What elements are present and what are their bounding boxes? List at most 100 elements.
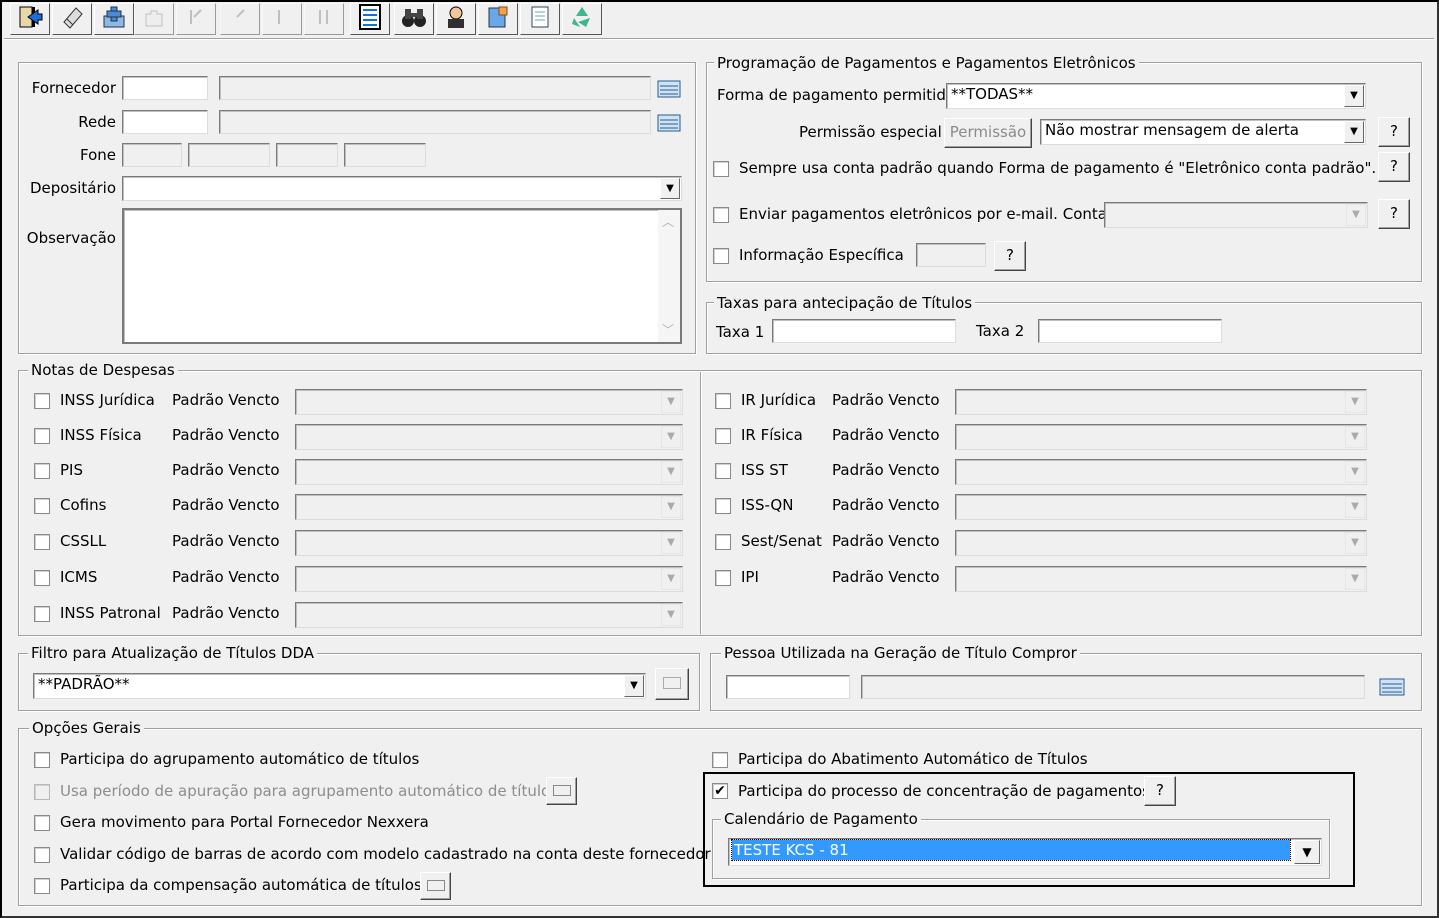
observacao-label: Observação <box>26 229 116 247</box>
concentracao-checkbox[interactable]: ✔ <box>712 783 728 799</box>
nota-checkbox[interactable] <box>715 428 731 444</box>
nota-checkbox[interactable] <box>715 570 731 586</box>
pessoa-lookup-icon[interactable] <box>1378 675 1406 699</box>
enviar-email-checkbox[interactable] <box>713 207 729 223</box>
nota-checkbox[interactable] <box>34 463 50 479</box>
scroll-down-icon[interactable]: ﹀ <box>662 324 674 336</box>
permissao-button[interactable]: Permissão <box>944 118 1032 148</box>
nota-checkbox[interactable] <box>34 570 50 586</box>
observacao-textarea[interactable]: ︿ ﹀ <box>122 208 682 344</box>
opcao-label: Usa período de apuração para agrupamento… <box>60 782 558 800</box>
scrollbar[interactable]: ︿ ﹀ <box>658 210 680 342</box>
taxa2-input[interactable] <box>1038 319 1222 343</box>
padrao-vencto-label: Padrão Vencto <box>832 496 940 514</box>
opcao-label: Participa do agrupamento automático de t… <box>60 750 420 768</box>
chevron-down-icon: ▼ <box>1345 461 1365 483</box>
permissao-especial-label: Permissão especial <box>799 123 942 141</box>
depositario-label: Depositário <box>29 179 116 197</box>
add-record-button[interactable] <box>94 3 134 35</box>
first-record-button[interactable] <box>176 3 216 35</box>
concentracao-label: Participa do processo de concentração de… <box>738 782 1150 800</box>
abatimento-checkbox[interactable] <box>712 752 728 768</box>
chevron-down-icon[interactable]: ▼ <box>660 178 680 199</box>
nota-checkbox[interactable] <box>715 393 731 409</box>
dda-edit-button[interactable] <box>655 668 689 700</box>
taxa1-input[interactable] <box>772 319 956 343</box>
list-button[interactable] <box>350 3 390 35</box>
enviar-help-button[interactable]: ? <box>1378 199 1410 229</box>
puzzle-button[interactable] <box>134 3 174 35</box>
info-especifica-checkbox[interactable] <box>713 248 729 264</box>
binoculars-button[interactable] <box>394 3 434 35</box>
sempre-usa-conta-checkbox[interactable] <box>713 161 729 177</box>
nota-label: INSS Patronal <box>60 604 161 622</box>
chevron-down-icon[interactable]: ▼ <box>1344 85 1364 107</box>
chevron-down-icon[interactable]: ▼ <box>624 675 644 697</box>
rede-lookup-icon[interactable] <box>656 112 682 134</box>
nota-checkbox[interactable] <box>34 606 50 622</box>
nota-label: IR Jurídica <box>741 391 817 409</box>
nota-checkbox[interactable] <box>34 393 50 409</box>
nota-checkbox[interactable] <box>715 534 731 550</box>
padrao-vencto-select: ▼ <box>295 602 683 628</box>
padrao-vencto-select: ▼ <box>955 459 1367 485</box>
pessoa-group-title: Pessoa Utilizada na Geração de Título Co… <box>721 644 1080 662</box>
alerta-select[interactable]: Não mostrar mensagem de alerta ▼ <box>1040 119 1366 145</box>
dda-group-title: Filtro para Atualização de Títulos DDA <box>28 644 318 662</box>
pessoa-code-input[interactable] <box>726 675 850 699</box>
chevron-down-icon[interactable]: ▼ <box>1294 840 1320 864</box>
compensacao-config-button[interactable] <box>420 872 451 900</box>
chevron-down-icon: ▼ <box>661 461 681 483</box>
periodo-config-button[interactable] <box>546 777 577 805</box>
nota-checkbox[interactable] <box>34 498 50 514</box>
calendario-group-title: Calendário de Pagamento <box>721 810 921 828</box>
next-record-button[interactable] <box>262 3 302 35</box>
contato-select: ▼ <box>1104 202 1368 228</box>
scroll-up-icon[interactable]: ︿ <box>662 216 674 228</box>
permissao-help-button[interactable]: ? <box>1378 117 1410 147</box>
padrao-vencto-select: ▼ <box>955 494 1367 520</box>
last-record-button[interactable] <box>304 3 344 35</box>
user-button[interactable] <box>436 3 476 35</box>
chevron-down-icon: ▼ <box>1345 496 1365 518</box>
nota-checkbox[interactable] <box>34 534 50 550</box>
opcao-checkbox[interactable] <box>34 847 50 863</box>
fone-ddi-input <box>122 143 182 167</box>
fornecedor-code-input[interactable] <box>122 76 208 100</box>
dda-filter-select[interactable]: **PADRÃO** ▼ <box>33 673 646 699</box>
nota-checkbox[interactable] <box>715 463 731 479</box>
document-button[interactable] <box>520 3 560 35</box>
previous-record-icon <box>226 4 254 34</box>
chevron-down-icon[interactable]: ▼ <box>1344 121 1364 143</box>
dda-filter-value: **PADRÃO** <box>38 675 130 693</box>
recycle-button[interactable] <box>562 3 602 35</box>
concentracao-help-button[interactable]: ? <box>1144 776 1176 806</box>
list-icon <box>356 3 384 35</box>
depositario-select[interactable]: ▼ <box>122 176 682 201</box>
exit-door-button[interactable] <box>10 3 50 35</box>
previous-record-button[interactable] <box>220 3 260 35</box>
fornecedor-lookup-icon[interactable] <box>656 78 682 100</box>
info-help-button[interactable]: ? <box>994 241 1026 271</box>
recycle-icon <box>568 4 596 34</box>
calendario-select[interactable]: TESTE KCS - 81 ▼ <box>728 838 1322 866</box>
padrao-vencto-label: Padrão Vencto <box>172 496 280 514</box>
padrao-vencto-label: Padrão Vencto <box>832 426 940 444</box>
opcao-checkbox[interactable] <box>34 752 50 768</box>
taxas-group-title: Taxas para antecipação de Títulos <box>714 294 976 312</box>
padrao-vencto-label: Padrão Vencto <box>172 532 280 550</box>
exit-door-icon <box>16 4 44 34</box>
rede-code-input[interactable] <box>122 110 208 134</box>
nota-label: IR Física <box>741 426 803 444</box>
opcao-checkbox[interactable] <box>34 815 50 831</box>
opcao-checkbox[interactable] <box>34 878 50 894</box>
nota-checkbox[interactable] <box>715 498 731 514</box>
fone-label: Fone <box>79 146 116 164</box>
rede-label: Rede <box>78 113 116 131</box>
forma-pagamento-select[interactable]: **TODAS** ▼ <box>946 83 1366 109</box>
opcoes-group-title: Opções Gerais <box>29 719 144 737</box>
nota-checkbox[interactable] <box>34 428 50 444</box>
eraser-button[interactable] <box>52 3 92 35</box>
sempre-help-button[interactable]: ? <box>1378 152 1410 182</box>
report-button[interactable] <box>478 3 518 35</box>
